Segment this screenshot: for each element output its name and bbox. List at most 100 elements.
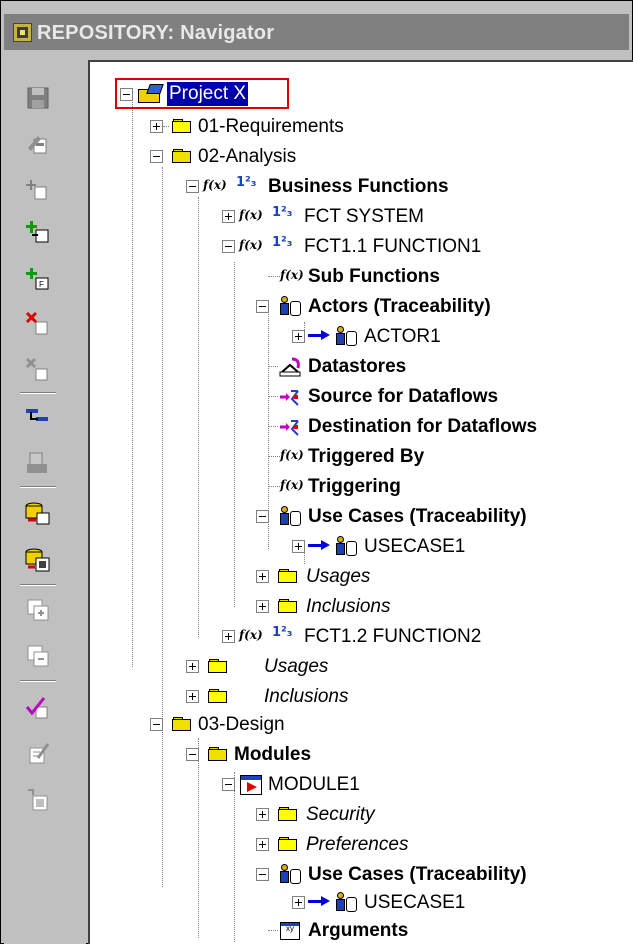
function-icon: f(x) xyxy=(239,208,263,222)
tree-node-label: FCT SYSTEM xyxy=(304,206,424,227)
collapse-toggle[interactable] xyxy=(222,240,235,253)
folder-icon xyxy=(278,807,298,822)
tree-node-label[interactable]: Project X xyxy=(167,82,249,106)
tree-node-destination-for-dataflows[interactable]: Destination for Dataflows xyxy=(256,412,626,442)
tree-node-label: Usages xyxy=(264,656,329,677)
tree-node-source-for-dataflows[interactable]: Source for Dataflows xyxy=(256,382,596,412)
tree-node-module1[interactable]: MODULE1 xyxy=(222,770,522,800)
open-folder-icon xyxy=(172,149,192,164)
tree-line xyxy=(162,167,163,887)
actor-icon xyxy=(278,296,302,318)
expand-toggle[interactable] xyxy=(256,808,269,821)
tree-node-use-cases-traceability[interactable]: Use Cases (Traceability) xyxy=(256,860,626,890)
tree-node-01-requirements[interactable]: 01-Requirements xyxy=(150,112,450,142)
tree-node-inclusions[interactable]: Inclusions xyxy=(256,592,556,622)
tree-node-label: Triggered By xyxy=(308,446,425,467)
tree-node-label: Actors (Traceability) xyxy=(308,296,491,317)
arguments-icon: xy xyxy=(280,922,300,940)
expand-toggle[interactable] xyxy=(256,838,269,851)
tree-node-datastores[interactable]: Datastores xyxy=(256,352,556,382)
tree-node-label: 02-Analysis xyxy=(198,146,297,167)
tree-node-label: Destination for Dataflows xyxy=(308,416,538,437)
tree-node-security[interactable]: Security xyxy=(256,800,556,830)
tree-node-actor1[interactable]: ACTOR1 xyxy=(292,322,592,352)
tree-node-usages[interactable]: Usages xyxy=(186,652,486,682)
tree-node-label: Inclusions xyxy=(306,596,391,617)
tree-node-business-functions[interactable]: f(x) 1²₃ Business Functions xyxy=(186,172,526,202)
expand-toggle[interactable] xyxy=(256,600,269,613)
tree-node-preferences[interactable]: Preferences xyxy=(256,830,556,860)
function-icon: f(x) xyxy=(203,178,227,192)
tree-node-fct1-1-function1[interactable]: f(x) 1²₃ FCT1.1 FUNCTION1 xyxy=(222,232,582,262)
expand-toggle[interactable] xyxy=(222,210,235,223)
collapse-toggle[interactable] xyxy=(186,748,199,761)
function-icon: f(x) xyxy=(239,628,263,642)
tree-node-inclusions[interactable]: Inclusions xyxy=(186,682,486,712)
expand-toggle[interactable] xyxy=(186,660,199,673)
tree-node-usecase1[interactable]: USECASE1 xyxy=(292,532,592,562)
tree-node-label: Security xyxy=(306,804,375,825)
tree-node-actors-traceability[interactable]: Actors (Traceability) xyxy=(256,292,586,322)
dataflow-destination-icon xyxy=(280,420,299,436)
tree-node-usages[interactable]: Usages xyxy=(256,562,556,592)
tree-node-03-design[interactable]: 03-Design xyxy=(150,710,450,740)
tree-node-triggering[interactable]: f(x) Triggering xyxy=(256,472,556,502)
tree-node-fct1-2-function2[interactable]: f(x) 1²₃ FCT1.2 FUNCTION2 xyxy=(222,622,582,652)
reference-arrow-icon xyxy=(308,540,330,550)
actor-icon xyxy=(334,326,358,348)
collapse-toggle[interactable] xyxy=(256,300,269,313)
numeric-icon: 1²₃ xyxy=(272,235,293,250)
folder-icon xyxy=(278,599,298,614)
tree-line xyxy=(132,102,133,667)
collapse-toggle[interactable] xyxy=(256,510,269,523)
collapse-toggle[interactable] xyxy=(256,868,269,881)
expand-toggle[interactable] xyxy=(256,570,269,583)
function-icon: f(x) xyxy=(280,268,304,282)
tree-node-label: Arguments xyxy=(308,920,409,941)
folder-icon xyxy=(278,837,298,852)
expand-toggle[interactable] xyxy=(292,896,305,909)
tree-node-label: FCT1.2 FUNCTION2 xyxy=(304,626,482,647)
tree-node-usecase1[interactable]: USECASE1 xyxy=(292,888,592,918)
numeric-icon: 1²₃ xyxy=(236,175,257,190)
datastore-icon xyxy=(279,357,301,377)
expand-toggle[interactable] xyxy=(186,690,199,703)
dataflow-source-icon xyxy=(280,390,299,406)
folder-icon xyxy=(208,659,228,674)
expand-toggle[interactable] xyxy=(222,630,235,643)
function-icon: f(x) xyxy=(280,448,304,462)
use-case-icon xyxy=(278,506,302,528)
collapse-toggle[interactable] xyxy=(222,778,235,791)
folder-icon xyxy=(208,689,228,704)
tree-node-sub-functions[interactable]: f(x) Sub Functions xyxy=(256,262,556,292)
expand-toggle[interactable] xyxy=(150,120,163,133)
folder-icon xyxy=(278,569,298,584)
open-folder-icon xyxy=(208,747,228,762)
tree-node-label: Modules xyxy=(234,744,312,765)
tree-node-triggered-by[interactable]: f(x) Triggered By xyxy=(256,442,556,472)
tree-node-label: Business Functions xyxy=(268,176,449,197)
tree-node-label: 03-Design xyxy=(198,714,285,735)
function-icon: f(x) xyxy=(280,478,304,492)
tree-node-fct-system[interactable]: f(x) 1²₃ FCT SYSTEM xyxy=(222,202,542,232)
numeric-icon: 1²₃ xyxy=(272,625,293,640)
tree-node-label: Usages xyxy=(306,566,371,587)
tree-node-label: USECASE1 xyxy=(364,536,466,557)
function-icon: f(x) xyxy=(239,238,263,252)
tree-node-arguments[interactable]: xy Arguments xyxy=(256,916,556,946)
tree-node-label: Datastores xyxy=(308,356,407,377)
module-icon xyxy=(240,775,262,795)
use-case-icon xyxy=(334,536,358,558)
reference-arrow-icon xyxy=(308,330,330,340)
expand-toggle[interactable] xyxy=(292,540,305,553)
tree-node-label: Use Cases (Traceability) xyxy=(308,506,527,527)
tree-node-modules[interactable]: Modules xyxy=(186,740,486,770)
tree-node-use-cases-traceability[interactable]: Use Cases (Traceability) xyxy=(256,502,626,532)
collapse-toggle[interactable] xyxy=(150,718,163,731)
expand-toggle[interactable] xyxy=(292,330,305,343)
collapse-toggle[interactable] xyxy=(186,180,199,193)
numeric-icon: 1²₃ xyxy=(272,205,293,220)
tree-node-label: FCT1.1 FUNCTION1 xyxy=(304,236,482,257)
collapse-toggle[interactable] xyxy=(150,150,163,163)
tree-node-02-analysis[interactable]: 02-Analysis xyxy=(150,142,450,172)
